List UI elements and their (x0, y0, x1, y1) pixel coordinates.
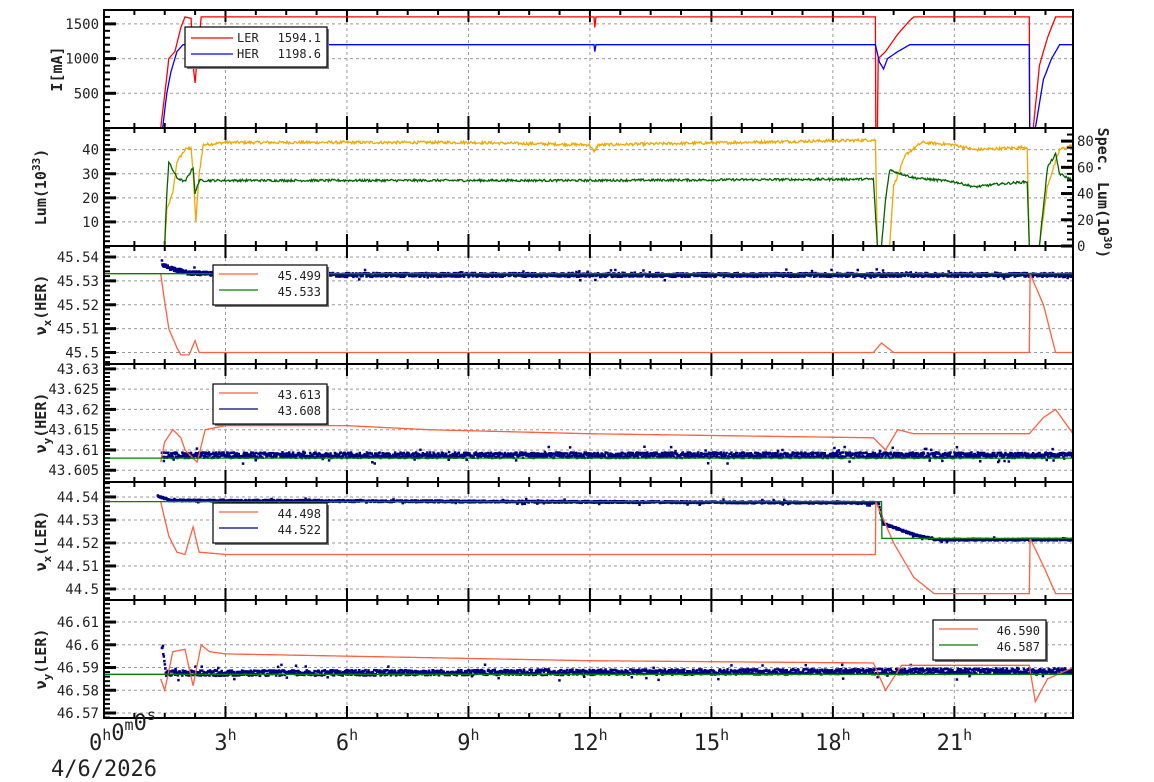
x-tick-label: 6h (336, 726, 358, 756)
legend-value: 1594.1 (278, 31, 321, 45)
y-tick-label: 20 (82, 191, 99, 207)
x-tick-label: 9h (457, 726, 479, 756)
y-tick-label: 43.615 (48, 423, 99, 439)
right-tick-label: 80 (1077, 134, 1094, 150)
y-tick-label: 44.52 (57, 536, 99, 552)
x-tick-label: 0h0m0s (89, 706, 156, 756)
right-tick-label: 0 (1077, 239, 1085, 255)
legend-value: 44.498 (278, 507, 321, 521)
y-tick-label: 1000 (65, 52, 99, 68)
y-tick-label: 1500 (65, 17, 99, 33)
panel-frame (103, 599, 1074, 719)
panel-6: 46.5746.5846.5946.646.61νy(LER) 46.59046.… (32, 599, 1074, 722)
legend: LER 1594.1 HER 1198.6 (184, 26, 329, 69)
y-tick-label: 10 (82, 215, 99, 231)
accelerator-status-chart: 500 1000 1500 I[mA] LER 1594.1 HER 1198.6 10 20 30… (30, 9, 1114, 782)
panel-2: 10 20 30 40 Lum(1033) 0 20 40 60 80 Spec. Lum(1030… (30, 127, 1114, 259)
x-tick-label: 18h (815, 726, 851, 756)
y-tick-label: 45.54 (57, 250, 99, 266)
legend-value: 45.533 (278, 285, 321, 299)
y-tick-label: 44.53 (57, 513, 99, 529)
panel-1: 500 1000 1500 I[mA] LER 1594.1 HER 1198.6 (48, 9, 1074, 129)
legend-value: 46.590 (997, 624, 1040, 638)
panel-4: 43.60543.6143.61543.6243.62543.63νy(HER)… (32, 362, 1074, 483)
right-axis-label: Spec. Lum(1030) (1094, 128, 1114, 259)
y-tick-label: 45.5 (65, 346, 99, 362)
y-axis-label: νy(LER) (32, 629, 54, 690)
legend-value: 43.608 (278, 404, 321, 418)
series-group (104, 643, 1073, 704)
x-tick-label: 21h (937, 726, 973, 756)
y-tick-label: 43.62 (57, 402, 99, 418)
y-tick-label: 43.605 (48, 463, 99, 479)
date-label: 4/6/2026 (51, 757, 157, 782)
y-tick-label: 30 (82, 167, 99, 183)
y-tick-label: 43.63 (57, 362, 99, 378)
y-tick-label: 44.54 (57, 490, 99, 506)
y-axis-label: νx(HER) (32, 275, 54, 336)
legend-value: 43.613 (278, 388, 321, 402)
panel-5: 44.544.5144.5244.5344.54νx(LER) 44.49844.… (32, 481, 1074, 601)
y-tick-label: 46.6 (65, 638, 99, 654)
y-axis-label: νx(LER) (32, 511, 54, 572)
legend: 45.499 45.533 (212, 264, 329, 307)
panel-3: 45.545.5145.5245.5345.54νx(HER) 45.49945.… (32, 245, 1074, 365)
y-tick-label: 43.625 (48, 382, 99, 398)
y-tick-label: 45.52 (57, 298, 99, 314)
legend-label: LER (237, 31, 259, 45)
right-tick-label: 40 (1077, 187, 1094, 203)
y-tick-label: 40 (82, 143, 99, 159)
y-tick-label: 46.58 (57, 683, 99, 699)
y-axis-label: Lum(1033) (30, 149, 50, 225)
x-tick-label: 15h (694, 726, 730, 756)
y-tick-label: 44.51 (57, 559, 99, 575)
y-tick-label: 45.51 (57, 322, 99, 338)
x-tick-label: 12h (572, 726, 608, 756)
y-tick-label: 46.59 (57, 661, 99, 677)
y-tick-label: 46.57 (57, 706, 99, 722)
legend: 46.590 46.587 (932, 619, 1048, 662)
right-tick-label: 20 (1077, 213, 1094, 229)
y-tick-label: 500 (74, 86, 99, 102)
x-tick-label: 3h (214, 726, 236, 756)
y-tick-label: 44.5 (65, 582, 99, 598)
legend-value: 44.522 (278, 523, 321, 537)
legend-value: 45.499 (278, 269, 321, 283)
scatter-points (160, 445, 1073, 465)
legend-value: 46.587 (997, 640, 1040, 654)
right-tick-label: 60 (1077, 160, 1094, 176)
y-axis-label: I[mA] (48, 46, 66, 91)
legend-value: 1198.6 (278, 47, 321, 61)
legend: 43.613 43.608 (212, 383, 329, 426)
legend: 44.498 44.522 (212, 502, 329, 545)
legend-label: HER (237, 47, 259, 61)
y-tick-label: 45.53 (57, 274, 99, 290)
series-line-specific-luminosity (104, 151, 1073, 246)
series-line-luminosity (104, 137, 1073, 246)
y-tick-label: 46.61 (57, 615, 99, 631)
y-tick-label: 43.61 (57, 443, 99, 459)
series-group (104, 137, 1073, 246)
